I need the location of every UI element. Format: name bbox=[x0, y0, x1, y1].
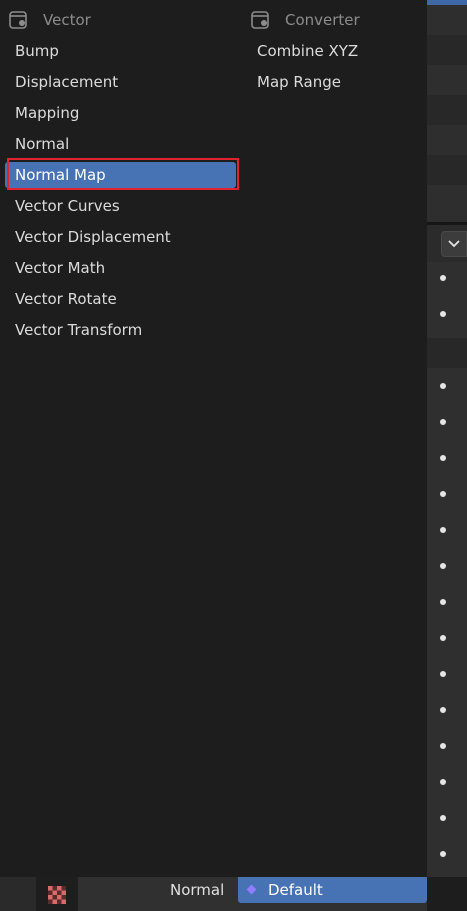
list-row[interactable] bbox=[427, 35, 467, 65]
menu-item-vector-displacement[interactable]: Vector Displacement bbox=[5, 224, 236, 250]
menu-item-vector-rotate[interactable]: Vector Rotate bbox=[5, 286, 236, 312]
menu-item-vector-curves[interactable]: Vector Curves bbox=[5, 193, 236, 219]
menu-item-combine-xyz[interactable]: Combine XYZ bbox=[249, 38, 419, 64]
normal-label: Normal bbox=[170, 881, 225, 899]
socket-dot[interactable] bbox=[440, 455, 446, 461]
menu-item-vector-transform[interactable]: Vector Transform bbox=[5, 317, 236, 343]
right-editor-strip bbox=[427, 0, 467, 911]
socket-diamond-icon bbox=[246, 884, 257, 895]
list-row[interactable] bbox=[427, 5, 467, 35]
socket-dot[interactable] bbox=[440, 707, 446, 713]
default-value-select[interactable]: Default bbox=[238, 877, 427, 903]
list-row[interactable] bbox=[427, 155, 467, 185]
socket-dot[interactable] bbox=[440, 743, 446, 749]
socket-dot[interactable] bbox=[440, 527, 446, 533]
list-row[interactable] bbox=[427, 65, 467, 95]
dropdown-toggle-button[interactable] bbox=[441, 231, 467, 257]
socket-dot[interactable] bbox=[440, 419, 446, 425]
socket-dot[interactable] bbox=[440, 275, 446, 281]
list-row[interactable] bbox=[427, 125, 467, 155]
socket-dot[interactable] bbox=[440, 671, 446, 677]
socket-dot[interactable] bbox=[440, 851, 446, 857]
node-category-icon bbox=[9, 11, 27, 33]
menu-item-normal-map[interactable]: Normal Map bbox=[5, 162, 236, 188]
panel-divider bbox=[427, 222, 467, 225]
menu-item-mapping[interactable]: Mapping bbox=[5, 100, 236, 126]
node-editor-background bbox=[0, 877, 36, 911]
list-row[interactable] bbox=[427, 95, 467, 125]
converter-header: Converter bbox=[244, 0, 427, 40]
menu-item-normal[interactable]: Normal bbox=[5, 131, 236, 157]
socket-dot[interactable] bbox=[440, 779, 446, 785]
texture-thumbnail[interactable] bbox=[36, 877, 78, 911]
node-category-icon bbox=[251, 11, 269, 33]
socket-dot[interactable] bbox=[440, 563, 446, 569]
add-node-menu: Vector Bump Displacement Mapping Normal … bbox=[0, 0, 427, 877]
socket-dot[interactable] bbox=[440, 599, 446, 605]
menu-item-bump[interactable]: Bump bbox=[5, 38, 236, 64]
socket-dot[interactable] bbox=[440, 815, 446, 821]
converter-column: Converter Combine XYZ Map Range bbox=[244, 0, 427, 91]
menu-item-displacement[interactable]: Displacement bbox=[5, 69, 236, 95]
bottom-right-corner bbox=[427, 877, 467, 911]
menu-item-map-range[interactable]: Map Range bbox=[249, 69, 419, 95]
socket-dot[interactable] bbox=[440, 491, 446, 497]
vector-header-label: Vector bbox=[43, 11, 91, 29]
list-row[interactable] bbox=[427, 185, 467, 222]
socket-dot[interactable] bbox=[440, 311, 446, 317]
converter-header-label: Converter bbox=[285, 11, 360, 29]
properties-gap bbox=[427, 338, 467, 368]
socket-dot[interactable] bbox=[440, 635, 446, 641]
default-value-text: Default bbox=[268, 881, 323, 899]
menu-item-vector-math[interactable]: Vector Math bbox=[5, 255, 236, 281]
bottom-node-bar: Normal Default bbox=[0, 877, 427, 911]
vector-column: Vector Bump Displacement Mapping Normal … bbox=[0, 0, 244, 339]
socket-dot[interactable] bbox=[440, 383, 446, 389]
vector-header: Vector bbox=[0, 0, 244, 40]
